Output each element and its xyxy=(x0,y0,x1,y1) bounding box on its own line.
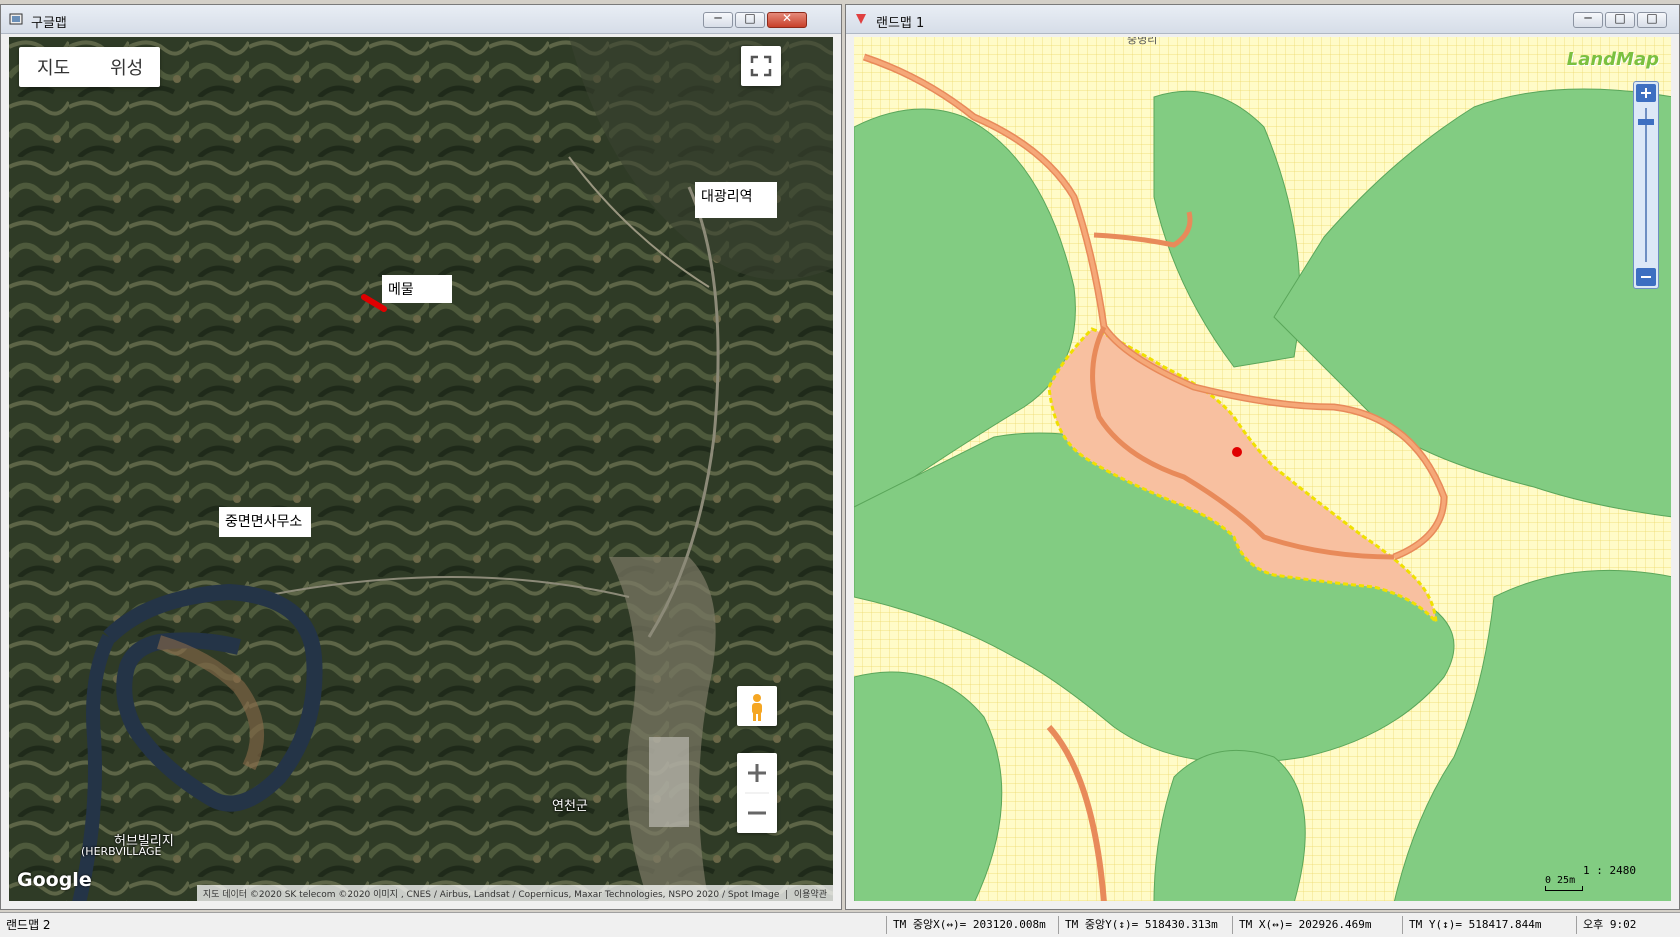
land-map[interactable]: 중명리 LandMap 1 : 2480 0 25m xyxy=(854,37,1671,901)
close-button[interactable]: ✕ xyxy=(767,11,807,28)
status-tm-y: TM Y(↕)= 518417.844m xyxy=(1402,916,1576,934)
window-title: 구글맵 xyxy=(31,16,67,31)
top-place-label: 중명리 xyxy=(1127,37,1158,46)
terms-link[interactable]: 이용약관 xyxy=(794,890,827,900)
google-logo: Google xyxy=(17,869,92,891)
zoom-slider[interactable] xyxy=(1633,81,1659,289)
attribution-bar: 지도 데이터 ©2020 SK telecom ©2020 이미지 , CNES… xyxy=(196,885,833,901)
satellite-imagery xyxy=(9,37,833,901)
status-app: 랜드맵 2 xyxy=(6,918,51,932)
app-icon xyxy=(9,13,23,25)
satellite-map[interactable]: 지도 위성 대광리역 메물 중면면사무소 연천군 허브빌리지 (HERBVILL… xyxy=(9,37,833,901)
map-type-map[interactable]: 지도 xyxy=(37,54,70,80)
fullscreen-button[interactable] xyxy=(741,46,781,86)
attribution-text: 지도 데이터 ©2020 SK telecom ©2020 이미지 , CNES… xyxy=(202,890,780,900)
scale-bar-label: 0 25m xyxy=(1545,875,1576,886)
label-office: 중면면사무소 xyxy=(219,507,311,537)
zoom-control xyxy=(737,753,777,833)
map-viewport[interactable]: 중명리 LandMap 1 : 2480 0 25m xyxy=(854,37,1671,901)
scale-bar: 0 25m xyxy=(1545,875,1583,891)
fullscreen-icon xyxy=(750,55,772,77)
status-tm-center-y: TM 중앙Y(↕)= 518430.313m xyxy=(1058,916,1232,934)
place-town: 연천군 xyxy=(552,799,588,814)
minimize-button[interactable]: ─ xyxy=(1573,11,1603,28)
pegman-icon xyxy=(752,694,762,721)
place-village-en: (HERBVILLAGE xyxy=(81,845,162,858)
status-tm-x: TM X(↔)= 202926.469m xyxy=(1232,916,1402,934)
maximize-button[interactable]: □ xyxy=(735,11,765,28)
maximize-button[interactable]: □ xyxy=(1605,11,1635,28)
window-title: 랜드맵 1 xyxy=(876,16,925,31)
location-marker xyxy=(1232,447,1242,457)
pegman-button[interactable] xyxy=(737,686,777,726)
plus-icon[interactable] xyxy=(737,753,777,793)
minus-icon[interactable] xyxy=(737,793,777,833)
landmap-logo: LandMap xyxy=(1566,49,1659,70)
restore-button[interactable]: □ xyxy=(1637,11,1667,28)
label-marker: 메물 xyxy=(382,275,452,303)
minimize-button[interactable]: ─ xyxy=(703,11,733,28)
status-tm-center-x: TM 중앙X(↔)= 203120.008m xyxy=(886,916,1058,934)
map-type-satellite[interactable]: 위성 xyxy=(110,54,143,80)
landmap-app-icon xyxy=(856,14,866,24)
status-bar: 랜드맵 2 TM 중앙X(↔)= 203120.008m TM 중앙Y(↕)= … xyxy=(0,912,1680,937)
title-bar[interactable]: 랜드맵 1 ─ □ □ xyxy=(846,5,1679,34)
parcel-map xyxy=(854,37,1671,901)
map-viewport[interactable]: 지도 위성 대광리역 메물 중면면사무소 연천군 허브빌리지 (HERBVILL… xyxy=(9,37,833,901)
title-bar[interactable]: 구글맵 ─ □ ✕ xyxy=(1,5,841,34)
status-time: 오후 9:02 xyxy=(1576,916,1680,934)
map-type-control: 지도 위성 xyxy=(19,47,160,87)
label-station: 대광리역 xyxy=(695,182,777,218)
landmap-window: 랜드맵 1 ─ □ □ 중명리 LandMap 1: 2480 0 25m xyxy=(845,4,1680,910)
google-map-window: 구글맵 ─ □ ✕ 지도 위성 대광리역 메물 중면면사무소 연천군 허브빌리지… xyxy=(0,4,842,910)
scale-ratio: 1 : 2480 xyxy=(1583,864,1636,877)
